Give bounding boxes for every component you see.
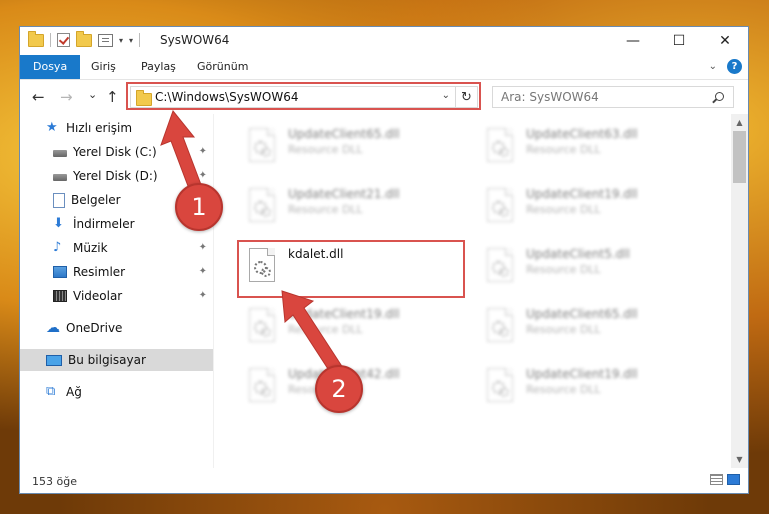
step-2-badge: 2: [315, 365, 363, 413]
step-1-badge: 1: [175, 183, 223, 231]
arrow-to-address-bar: [160, 109, 204, 195]
arrow-to-kdalet-file: [281, 290, 344, 376]
annotation-arrows: [160, 109, 344, 376]
